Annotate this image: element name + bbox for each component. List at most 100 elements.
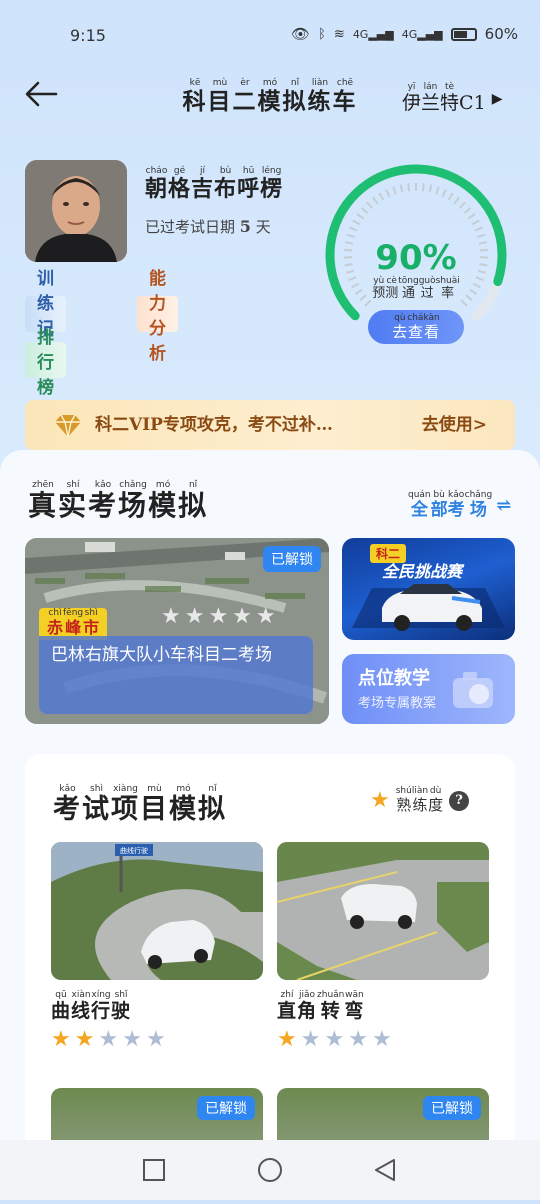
days-number: 5: [240, 217, 251, 236]
proficiency-label: 熟shú练liàn度dù: [396, 786, 443, 815]
recent-apps-button[interactable]: [144, 1160, 164, 1180]
point-teaching-card[interactable]: 点位教学 考场专属教案: [342, 654, 515, 724]
gauge-tick: [365, 300, 371, 306]
diamond-icon: [53, 414, 83, 438]
star-icon: ★: [370, 788, 390, 813]
gauge-tick: [362, 208, 368, 213]
user-name: 朝cháo格gé吉jí布bù呼hū楞léng: [145, 166, 283, 203]
vip-use-link[interactable]: 去使用>: [422, 410, 487, 435]
unlocked-badge: 已解锁: [263, 546, 321, 572]
exam-days-info: 已过考试日期 5 天: [145, 216, 271, 237]
gauge-tick: [436, 187, 439, 195]
gauge-tick: [454, 197, 459, 203]
vip-text: 科二VIP专项攻克，考不过补…: [95, 410, 333, 435]
home-button[interactable]: [259, 1159, 281, 1181]
gauge-tick: [469, 214, 476, 219]
exam-item-name: 曲qū线xiàn行xíng驶shǐ: [51, 990, 263, 1023]
eye-icon: 👁: [291, 25, 310, 43]
gauge-tick: [401, 185, 403, 193]
back-button[interactable]: [22, 74, 62, 114]
exam-venue-card[interactable]: 已解锁 赤chì峰fēng市shì ★★★★★ 巴林右旗大队小车科目二考场: [25, 538, 329, 724]
star-filled-icon: ★: [51, 1027, 75, 1052]
tab-ranking[interactable]: 排行榜: [25, 342, 66, 378]
exam-item-right-angle[interactable]: 直zhí角jiǎo转zhuǎn弯wān ★★★★★: [277, 842, 489, 1052]
pass-rate-label: 预yù测cè通tōng过guò率shuài: [316, 276, 516, 301]
exam-item-4[interactable]: 已解锁: [277, 1088, 489, 1140]
venue-name: 巴林右旗大队小车科目二考场: [39, 636, 313, 714]
challenge-car-image: [342, 538, 515, 640]
gauge-tick: [373, 197, 378, 203]
gauge-tick: [461, 300, 467, 306]
video-camera-icon: [449, 668, 505, 716]
exam-item-3-image: 已解锁: [51, 1088, 263, 1140]
star-empty-icon: ★: [324, 1027, 348, 1052]
exam-item-3[interactable]: 已解锁: [51, 1088, 263, 1140]
gauge-tick: [353, 220, 360, 224]
vehicle-selector[interactable]: 伊yī兰lán特tèC1 ▶: [402, 82, 502, 115]
days-text: 已过考试日期: [145, 218, 235, 236]
point-teaching-subtitle: 考场专属教案: [358, 692, 436, 711]
venue-rating-stars: ★★★★★: [161, 604, 280, 629]
star-empty-icon: ★: [372, 1027, 396, 1052]
wifi-icon: ≋: [334, 27, 345, 42]
proficiency-legend[interactable]: ★ 熟shú练liàn度dù ?: [370, 786, 469, 815]
challenge-title: 全民挑战赛: [382, 558, 462, 582]
gauge-tick: [357, 214, 364, 219]
gauge-tick: [464, 208, 470, 213]
days-unit: 天: [256, 218, 271, 236]
pass-rate-value: 90%: [316, 238, 516, 278]
svg-text:曲线行驶: 曲线行驶: [120, 846, 148, 855]
unlocked-badge: 已解锁: [197, 1096, 255, 1120]
back-arrow-icon: [22, 74, 62, 114]
gauge-tick: [349, 227, 356, 230]
tab-ability-analysis[interactable]: 能力分析: [137, 296, 178, 332]
status-icons: 👁 ᛒ ≋ 4G▂▄▆ 4G▂▄▆ 60%: [291, 25, 518, 43]
exam-item-4-image: 已解锁: [277, 1088, 489, 1140]
gauge-tick: [475, 227, 482, 230]
help-icon[interactable]: ?: [449, 791, 469, 811]
curve-driving-image: 曲线行驶: [51, 842, 263, 980]
page-title: 科kē目mù二èr模mó拟nǐ练liàn车chē: [150, 78, 390, 116]
bluetooth-icon: ᛒ: [318, 27, 326, 42]
gauge-tick: [477, 235, 485, 237]
gauge-tick: [367, 202, 372, 208]
system-nav-bar: [0, 1140, 540, 1200]
all-exam-sites-link[interactable]: 全quán部bù考kǎo场chǎng ⇌: [408, 490, 511, 520]
star-empty-icon: ★: [98, 1027, 122, 1052]
gauge-tick: [443, 190, 446, 197]
view-details-button[interactable]: 去qù查chá看kàn: [368, 310, 464, 344]
vip-banner[interactable]: 科二VIP专项攻克，考不过补… 去使用>: [25, 400, 515, 450]
gauge-tick: [423, 183, 424, 191]
exam-items-section-title: 考kǎo试shì项xiàng目mù模mó拟nǐ: [53, 784, 227, 826]
star-filled-icon: ★: [75, 1027, 99, 1052]
right-angle-turn-image: [277, 842, 489, 980]
gauge-tick: [449, 193, 453, 200]
star-empty-icon: ★: [348, 1027, 372, 1052]
point-teaching-title: 点位教学: [358, 664, 430, 690]
real-exam-section-title: 真zhēn实shí考kǎo场chǎng模mó拟nǐ: [28, 480, 208, 524]
avatar[interactable]: [25, 160, 127, 262]
gauge-tick: [472, 220, 479, 224]
exam-item-curve[interactable]: 曲线行驶 曲qū线xiàn行xíng驶shǐ ★★★★★: [51, 842, 263, 1052]
gauge-tick: [393, 187, 396, 195]
all-exam-sites-label: 全quán部bù考kǎo场chǎng: [408, 490, 492, 520]
gauge-tick: [408, 183, 409, 191]
signal-icon-2: 4G▂▄▆: [402, 28, 443, 41]
avatar-photo: [25, 160, 127, 262]
caret-right-icon: ▶: [492, 91, 503, 107]
gauge-tick: [430, 185, 432, 193]
star-empty-icon: ★: [146, 1027, 170, 1052]
exam-item-stars: ★★★★★: [277, 1027, 489, 1052]
star-empty-icon: ★: [301, 1027, 325, 1052]
switch-arrows-icon: ⇌: [496, 495, 511, 516]
vehicle-label: 伊yī兰lán特tèC1: [402, 82, 486, 115]
back-nav-button[interactable]: [376, 1160, 394, 1180]
challenge-card[interactable]: 科二 全民挑战赛: [342, 538, 515, 640]
star-empty-icon: ★: [122, 1027, 146, 1052]
battery-text: 60%: [485, 25, 518, 43]
signal-icon: 4G▂▄▆: [353, 28, 394, 41]
exam-item-name: 直zhí角jiǎo转zhuǎn弯wān: [277, 990, 489, 1023]
gauge-tick: [460, 202, 465, 208]
battery-icon: [451, 28, 477, 41]
star-filled-icon: ★: [277, 1027, 301, 1052]
